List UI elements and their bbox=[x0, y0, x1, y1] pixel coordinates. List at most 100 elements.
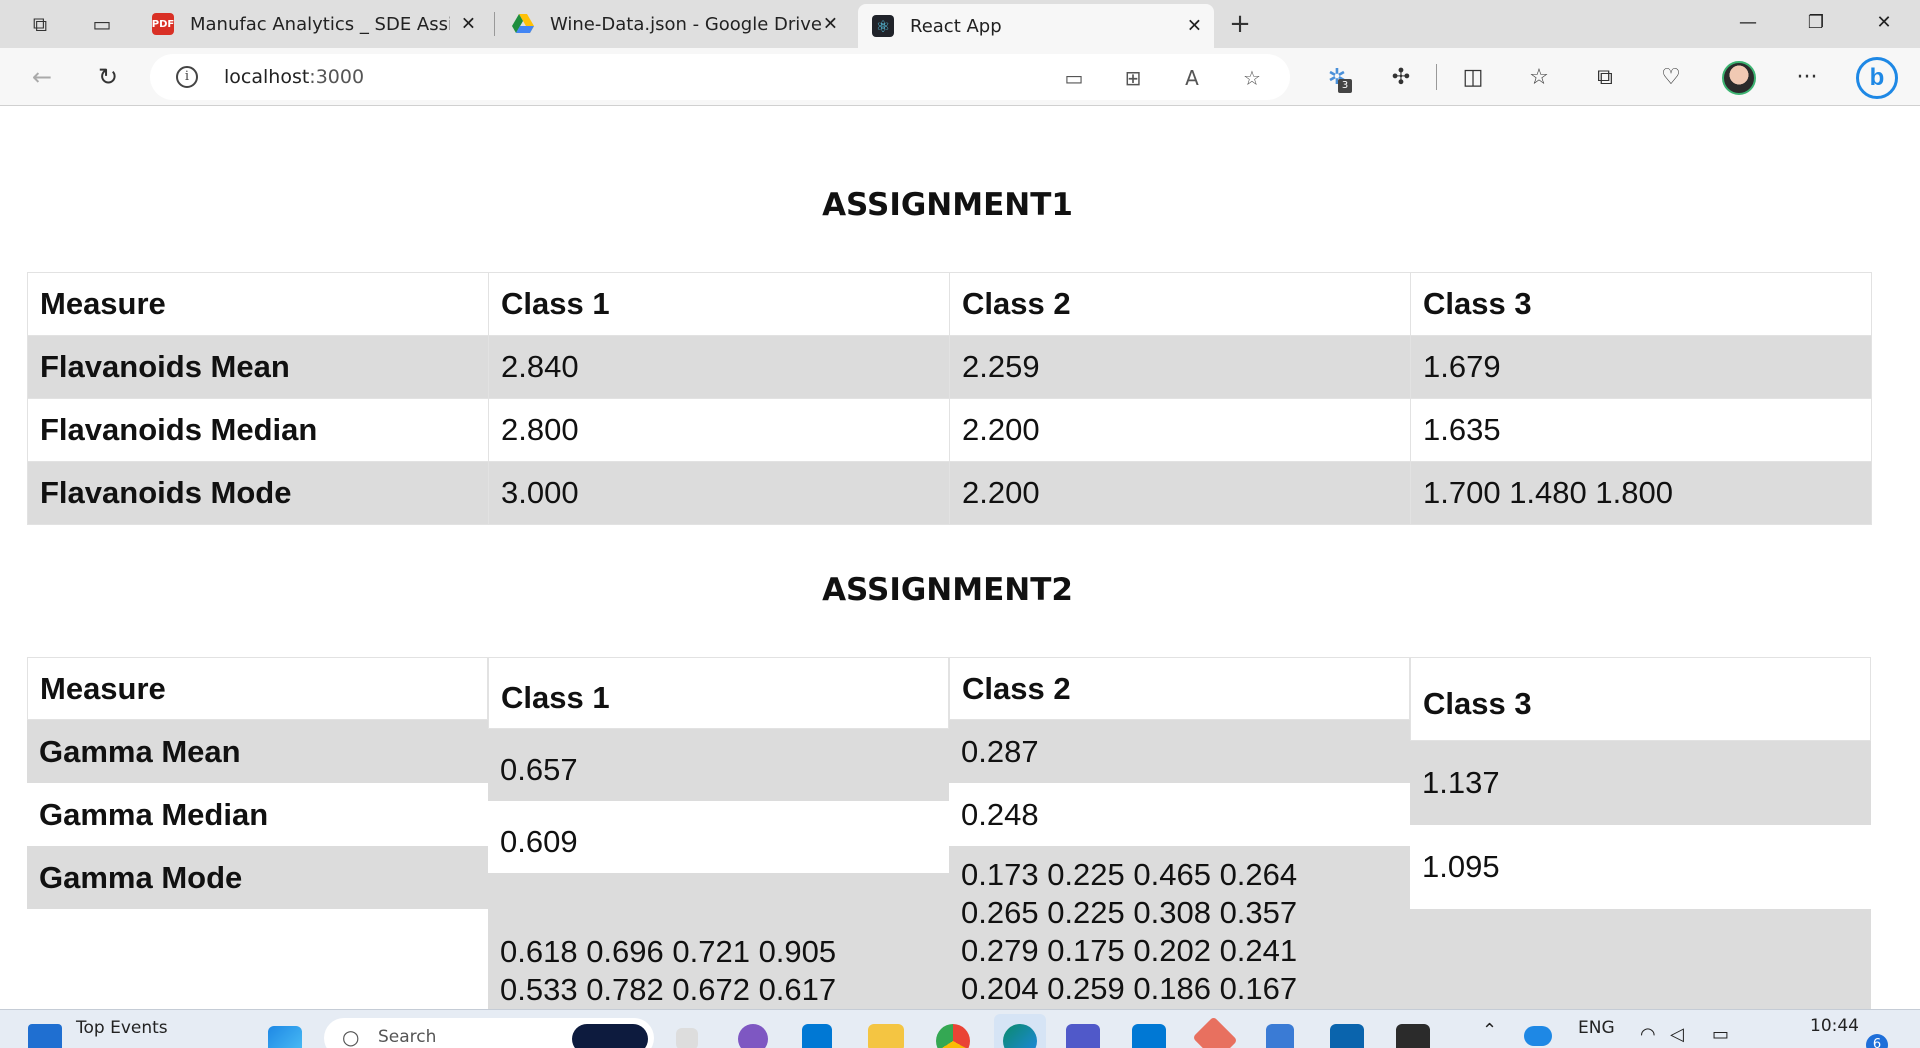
header-cell: Class 3 bbox=[1410, 657, 1871, 741]
table-row: Flavanoids Mode 3.000 2.200 1.700 1.480 … bbox=[27, 461, 1872, 525]
minimize-icon[interactable]: — bbox=[1728, 8, 1768, 38]
tab-title: Manufac Analytics _ SDE Assignm bbox=[190, 13, 450, 35]
header-cell: Class 1 bbox=[488, 657, 949, 729]
refresh-icon[interactable]: ↻ bbox=[92, 61, 124, 93]
navigation-bar: ← ↻ i localhost:3000 ▭ ⊞ A ☆ ✲ 3 ✣ ◫ ☆ ⧉ … bbox=[0, 48, 1920, 106]
file-explorer-icon[interactable] bbox=[868, 1024, 904, 1048]
taskbar: Top Events ○ Search ⌃ ENG ◠ ◁ ▭ 10:44 6 bbox=[0, 1009, 1920, 1048]
notification-badge[interactable]: 6 bbox=[1866, 1034, 1888, 1048]
battery-icon[interactable]: ▭ bbox=[1712, 1024, 1729, 1048]
table-cell: 0.657 bbox=[488, 729, 949, 801]
table-cell: 1.635 bbox=[1410, 398, 1872, 462]
close-icon[interactable]: ✕ bbox=[1187, 16, 1202, 37]
clock-time[interactable]: 10:44 bbox=[1810, 1016, 1859, 1048]
mode-values: 0.618 0.696 0.721 0.905 bbox=[500, 934, 837, 969]
teams-icon[interactable] bbox=[1066, 1024, 1100, 1048]
notepad-icon[interactable] bbox=[1266, 1024, 1294, 1048]
extension-copilot-icon[interactable]: ✲ 3 bbox=[1322, 63, 1352, 93]
tab-manufac-pdf[interactable]: PDF Manufac Analytics _ SDE Assignm ✕ bbox=[138, 6, 488, 42]
url-host: localhost bbox=[224, 66, 310, 88]
wifi-icon[interactable]: ◠ bbox=[1640, 1024, 1656, 1048]
extensions-icon[interactable]: ✣ bbox=[1386, 63, 1416, 93]
teams-chat-icon[interactable] bbox=[738, 1024, 768, 1048]
class3-column: Class 3 1.137 1.095 bbox=[1410, 657, 1871, 1009]
row-label: Gamma Median bbox=[27, 783, 488, 846]
widgets-label[interactable]: Top Events bbox=[76, 1018, 168, 1048]
collections-icon[interactable]: ⧉ bbox=[1590, 63, 1620, 93]
bing-copilot-icon[interactable]: b bbox=[1856, 57, 1898, 99]
app-available-icon[interactable]: ⊞ bbox=[1119, 64, 1147, 92]
tab-title: React App bbox=[910, 15, 1002, 37]
search-highlight-icon bbox=[572, 1024, 648, 1048]
outlook-icon[interactable] bbox=[1330, 1024, 1364, 1048]
chevron-up-icon[interactable]: ⌃ bbox=[1482, 1020, 1497, 1048]
measure-column: Measure Gamma Mean Gamma Median Gamma Mo… bbox=[27, 657, 488, 909]
mode-values: 0.173 0.225 0.465 0.264 bbox=[961, 857, 1298, 892]
back-icon[interactable]: ← bbox=[26, 61, 58, 93]
header-cell: Measure bbox=[27, 657, 488, 720]
row-label: Flavanoids Median bbox=[27, 398, 489, 462]
close-icon[interactable]: ✕ bbox=[823, 14, 838, 35]
table-cell: 0.248 bbox=[949, 783, 1410, 846]
widgets-icon[interactable] bbox=[28, 1024, 62, 1048]
task-view-icon[interactable] bbox=[676, 1028, 698, 1048]
language-indicator[interactable]: ENG bbox=[1578, 1018, 1615, 1048]
postman-icon[interactable] bbox=[1192, 1016, 1238, 1048]
url-text[interactable]: localhost:3000 bbox=[224, 66, 364, 88]
restore-icon[interactable]: ❐ bbox=[1796, 8, 1836, 38]
close-window-icon[interactable]: ✕ bbox=[1864, 8, 1904, 38]
address-bar[interactable]: i localhost:3000 ▭ ⊞ A ☆ bbox=[150, 54, 1290, 100]
table-cell-mode: 0.173 0.225 0.465 0.264 0.265 0.225 0.30… bbox=[949, 846, 1410, 1009]
vscode-icon[interactable] bbox=[1132, 1024, 1166, 1048]
browser-chrome: ⧉ ▭ PDF Manufac Analytics _ SDE Assignm … bbox=[0, 0, 1920, 106]
header-cell: Class 2 bbox=[949, 272, 1411, 336]
table-cell: 1.137 bbox=[1410, 741, 1871, 825]
avatar[interactable] bbox=[1722, 61, 1756, 95]
tab-react-app[interactable]: ⚛ React App ✕ bbox=[858, 4, 1214, 48]
mode-values: 0.533 0.782 0.672 0.617 bbox=[500, 972, 837, 1007]
tab-bar: ⧉ ▭ PDF Manufac Analytics _ SDE Assignm … bbox=[0, 0, 1920, 48]
chrome-icon[interactable] bbox=[936, 1024, 970, 1048]
search-placeholder: Search bbox=[378, 1027, 437, 1047]
toolbar-divider bbox=[1436, 64, 1437, 90]
browser-essentials-icon[interactable]: ♡ bbox=[1656, 63, 1686, 93]
table-row: Flavanoids Mean 2.840 2.259 1.679 bbox=[27, 335, 1872, 399]
store-icon[interactable] bbox=[802, 1024, 832, 1048]
assignment1-table: Measure Class 1 Class 2 Class 3 Flavanoi… bbox=[27, 272, 1872, 525]
extension-badge: 3 bbox=[1338, 79, 1352, 93]
tab-actions-icon[interactable]: ▭ bbox=[88, 10, 116, 38]
table-cell: 0.287 bbox=[949, 720, 1410, 783]
header-cell: Measure bbox=[27, 272, 489, 336]
table-cell: 2.200 bbox=[949, 461, 1411, 525]
tab-google-drive[interactable]: Wine-Data.json - Google Drive ✕ bbox=[498, 6, 850, 42]
table-header-row: Measure Class 1 Class 2 Class 3 bbox=[27, 272, 1872, 336]
volume-icon[interactable]: ◁ bbox=[1670, 1024, 1684, 1048]
shopping-bag-icon[interactable]: ▭ bbox=[1060, 64, 1088, 92]
google-drive-icon bbox=[512, 13, 534, 35]
start-icon[interactable] bbox=[268, 1026, 302, 1048]
table-cell: 2.800 bbox=[488, 398, 950, 462]
split-screen-icon[interactable]: ◫ bbox=[1458, 63, 1488, 93]
site-info-icon[interactable]: i bbox=[176, 66, 198, 88]
class2-column: Class 2 0.287 0.248 0.173 0.225 0.465 0.… bbox=[949, 657, 1410, 1009]
page-content: ASSIGNMENT1 Measure Class 1 Class 2 Clas… bbox=[0, 107, 1920, 1009]
edge-icon bbox=[1003, 1024, 1037, 1048]
favorite-star-icon[interactable]: ☆ bbox=[1238, 64, 1266, 92]
terminal-icon[interactable] bbox=[1396, 1024, 1430, 1048]
mode-values: 0.265 0.225 0.308 0.357 bbox=[961, 895, 1298, 930]
row-label: Flavanoids Mode bbox=[27, 461, 489, 525]
assignment2-heading: ASSIGNMENT2 bbox=[822, 572, 1073, 608]
table-cell: 2.200 bbox=[949, 398, 1411, 462]
table-cell: 3.000 bbox=[488, 461, 950, 525]
more-options-icon[interactable]: ··· bbox=[1792, 63, 1822, 93]
workspaces-icon[interactable]: ⧉ bbox=[26, 10, 54, 38]
class1-column: Class 1 0.657 0.609 0.618 0.696 0.721 0.… bbox=[488, 657, 949, 1009]
favorites-icon[interactable]: ☆ bbox=[1524, 63, 1554, 93]
table-cell-mode bbox=[1410, 909, 1871, 1009]
new-tab-icon[interactable]: + bbox=[1226, 10, 1254, 38]
close-icon[interactable]: ✕ bbox=[461, 14, 476, 35]
onedrive-icon[interactable] bbox=[1524, 1026, 1552, 1046]
edge-active-slot[interactable] bbox=[994, 1014, 1046, 1048]
header-cell: Class 2 bbox=[949, 657, 1410, 720]
read-aloud-icon[interactable]: A bbox=[1178, 64, 1206, 92]
